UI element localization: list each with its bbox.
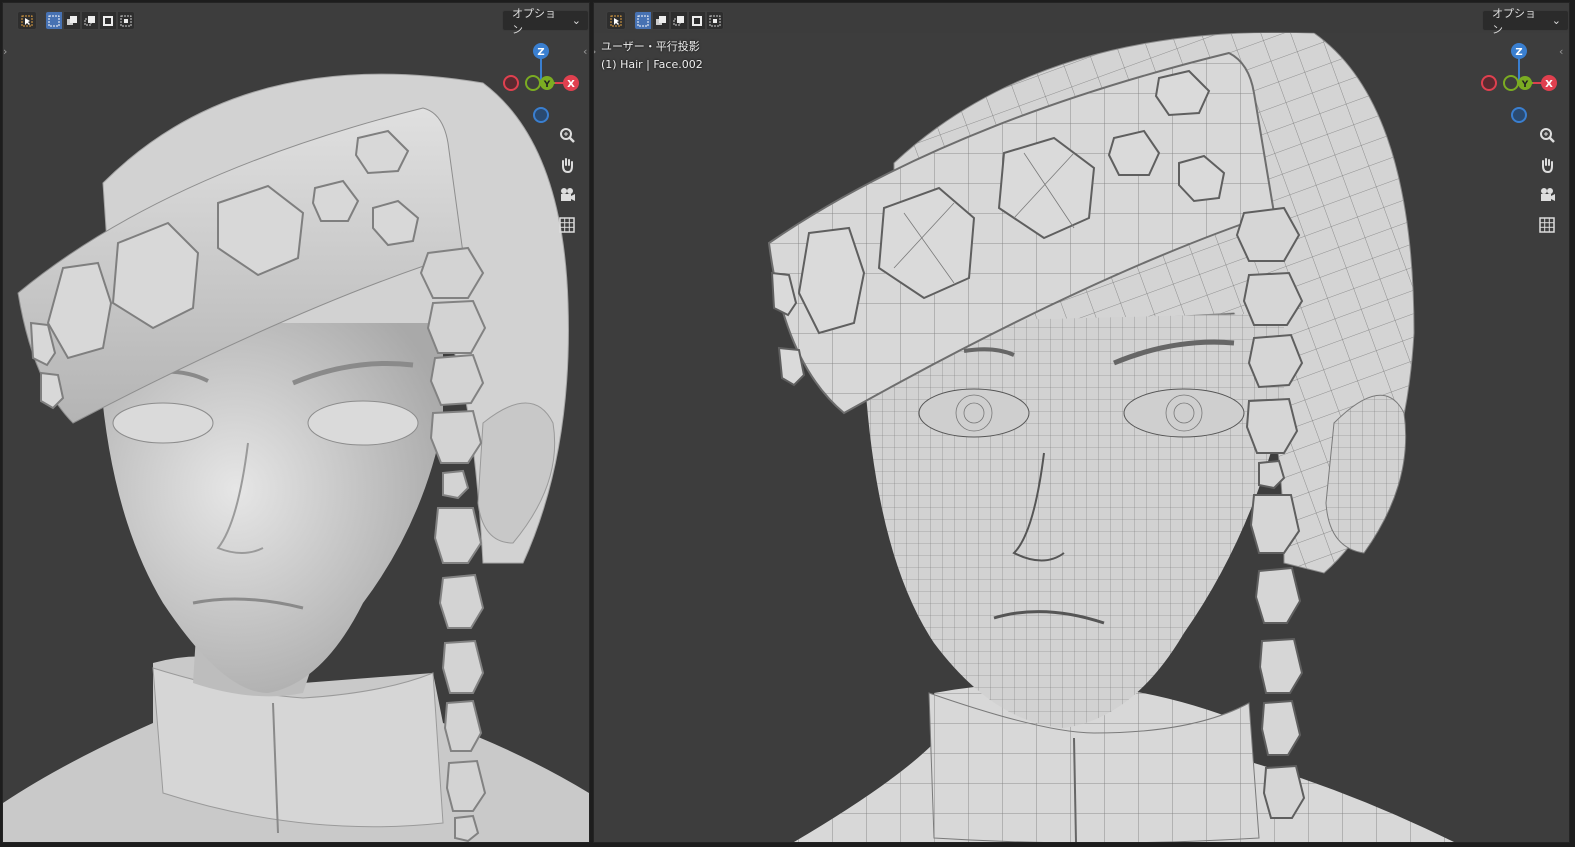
extend-selection-icon <box>656 15 666 25</box>
selection-mode-group <box>634 11 724 30</box>
axis-neg-x-handle[interactable] <box>1481 75 1497 91</box>
axis-x-label: X <box>567 79 575 90</box>
select-mode-extend-button[interactable] <box>652 11 670 30</box>
select-mode-intersect-button[interactable] <box>706 11 724 30</box>
active-object-label: (1) Hair | Face.002 <box>601 58 703 71</box>
intersect-selection-icon <box>709 15 721 26</box>
select-mode-extend-button[interactable] <box>63 11 81 30</box>
invert-selection-icon <box>692 15 702 26</box>
collapse-sidebar-arrow-icon[interactable]: ‹ <box>583 45 587 58</box>
select-box-tool-button[interactable] <box>606 11 626 30</box>
viewport-wireframe[interactable]: ユーザー・平行投影 (1) Hair | Face.002 オプション ⌄ ‹ … <box>593 2 1570 843</box>
pan-button[interactable] <box>1534 152 1560 178</box>
axis-y-label: Y <box>1521 80 1529 90</box>
extend-selection-icon <box>67 15 77 25</box>
header-toolbar <box>17 11 135 30</box>
subtract-selection-icon <box>673 15 684 25</box>
intersect-selection-icon <box>120 15 132 26</box>
pan-hand-icon <box>562 158 573 174</box>
wireframe-model-render[interactable] <box>594 3 1569 842</box>
select-box-icon <box>610 15 622 26</box>
options-dropdown[interactable]: オプション ⌄ <box>502 7 589 36</box>
solid-model-render[interactable] <box>3 3 589 842</box>
camera-view-button[interactable] <box>554 182 580 208</box>
zoom-button[interactable] <box>1534 122 1560 148</box>
expand-toolbar-arrow-icon[interactable]: › <box>594 45 596 58</box>
chevron-down-icon: ⌄ <box>1551 14 1561 27</box>
axis-neg-z-handle[interactable] <box>533 107 549 123</box>
pan-hand-icon <box>1542 158 1553 174</box>
toggle-ortho-button[interactable] <box>554 212 580 238</box>
zoom-button[interactable] <box>554 122 580 148</box>
axis-z-label: Z <box>1515 47 1522 58</box>
navigation-gizmo[interactable]: Z X Y <box>1481 41 1561 126</box>
camera-icon <box>561 188 575 201</box>
select-mode-invert-button[interactable] <box>688 11 706 30</box>
select-box-tool-button[interactable] <box>17 11 37 30</box>
selection-mode-group <box>45 11 135 30</box>
chevron-down-icon: ⌄ <box>571 14 581 27</box>
select-mode-new-button[interactable] <box>45 11 63 30</box>
select-mode-new-button[interactable] <box>634 11 652 30</box>
navigation-gizmo[interactable]: Z X Y <box>503 41 583 126</box>
axis-neg-x-handle[interactable] <box>503 75 519 91</box>
select-mode-subtract-button[interactable] <box>670 11 688 30</box>
expand-toolbar-arrow-icon[interactable]: › <box>3 45 7 58</box>
camera-view-button[interactable] <box>1534 182 1560 208</box>
options-dropdown[interactable]: オプション ⌄ <box>1482 7 1569 36</box>
zoom-icon <box>1540 128 1555 143</box>
axis-y-label: Y <box>543 80 551 90</box>
select-mode-invert-button[interactable] <box>99 11 117 30</box>
viewport-solid[interactable]: オプション ⌄ ‹ › Z X Y <box>2 2 590 843</box>
select-mode-subtract-button[interactable] <box>81 11 99 30</box>
new-selection-icon <box>48 15 60 26</box>
subtract-selection-icon <box>84 15 95 25</box>
new-selection-icon <box>637 15 649 26</box>
axis-neg-z-handle[interactable] <box>1511 107 1527 123</box>
invert-selection-icon <box>103 15 113 26</box>
camera-icon <box>1541 188 1555 201</box>
axis-z-label: Z <box>537 47 544 58</box>
axis-neg-y-handle[interactable] <box>525 75 541 91</box>
options-label: オプション <box>1492 6 1536 36</box>
axis-x-label: X <box>1545 79 1553 90</box>
grid-icon <box>1539 217 1555 233</box>
pan-button[interactable] <box>554 152 580 178</box>
toggle-ortho-button[interactable] <box>1534 212 1560 238</box>
view-name-label: ユーザー・平行投影 <box>601 40 700 53</box>
grid-icon <box>559 217 575 233</box>
select-box-icon <box>21 15 33 26</box>
options-label: オプション <box>512 6 556 36</box>
header-toolbar <box>606 11 724 30</box>
select-mode-intersect-button[interactable] <box>117 11 135 30</box>
zoom-icon <box>560 128 575 143</box>
axis-neg-y-handle[interactable] <box>1503 75 1519 91</box>
